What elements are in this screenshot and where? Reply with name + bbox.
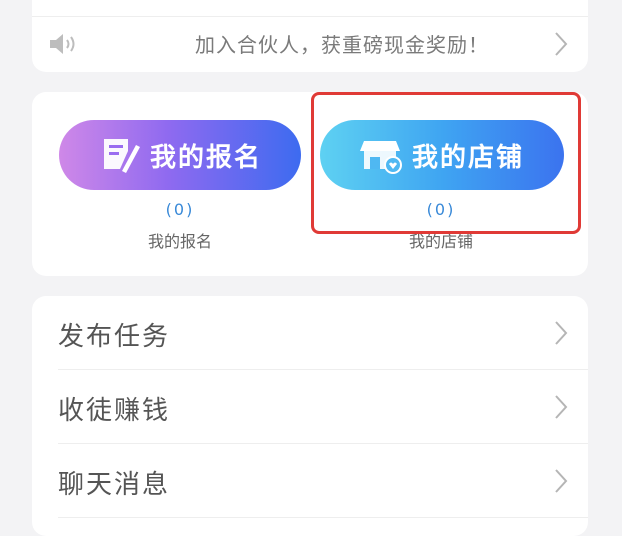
my-store-button-label: 我的店铺 bbox=[411, 142, 524, 173]
notice-text: 加入合伙人，获重磅现金奖励！ bbox=[195, 33, 489, 57]
chevron-right-icon bbox=[554, 468, 568, 494]
menu-card: 发布任务 收徒赚钱 聊天消息 bbox=[32, 296, 588, 536]
menu-item-publish-task[interactable]: 发布任务 bbox=[32, 296, 588, 370]
shortcuts-card: 我的报名 我的店铺 (0) 我的报名 (0) 我的店铺 bbox=[32, 92, 588, 276]
partner-notice-row[interactable]: 加入合伙人，获重磅现金奖励！ bbox=[32, 17, 588, 71]
my-signups-button-label: 我的报名 bbox=[149, 142, 262, 173]
chevron-right-icon bbox=[554, 320, 568, 346]
store-label: 我的店铺 bbox=[408, 232, 473, 251]
top-card: 加入合伙人，获重磅现金奖励！ bbox=[32, 0, 588, 72]
chevron-right-icon bbox=[554, 31, 568, 57]
store-icon bbox=[359, 135, 404, 175]
edit-form-icon bbox=[98, 135, 142, 175]
signups-count: (0) bbox=[165, 200, 195, 219]
menu-item-label: 聊天消息 bbox=[58, 470, 171, 500]
my-store-button[interactable]: 我的店铺 bbox=[320, 120, 564, 190]
menu-item-label: 发布任务 bbox=[58, 322, 171, 352]
my-signups-button[interactable]: 我的报名 bbox=[59, 120, 301, 190]
speaker-icon bbox=[48, 31, 84, 57]
menu-item-chat-messages[interactable]: 聊天消息 bbox=[32, 444, 588, 518]
menu-item-label: 收徒赚钱 bbox=[58, 396, 171, 426]
store-count: (0) bbox=[426, 200, 456, 219]
divider bbox=[58, 517, 588, 518]
menu-item-recruit-earn[interactable]: 收徒赚钱 bbox=[32, 370, 588, 444]
chevron-right-icon bbox=[554, 394, 568, 420]
signups-label: 我的报名 bbox=[147, 232, 212, 251]
